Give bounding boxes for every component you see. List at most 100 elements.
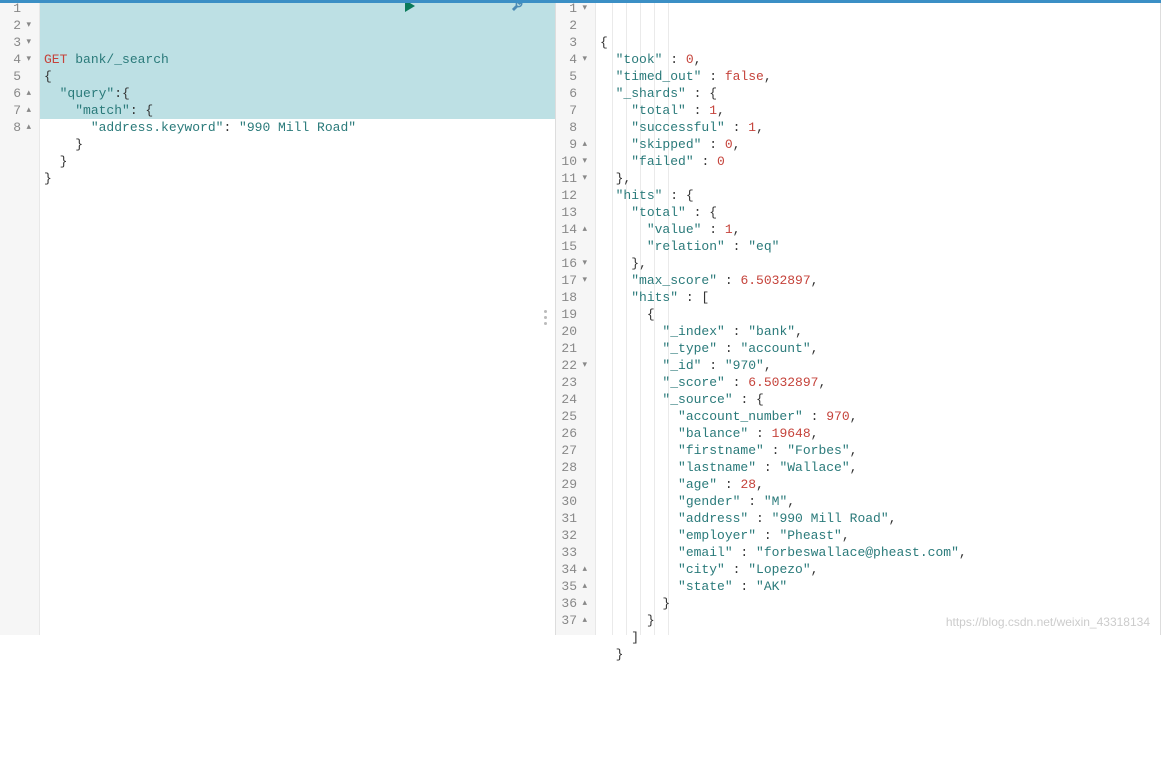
code-line[interactable]: "total" : { [600, 204, 1160, 221]
watermark-text: https://blog.csdn.net/weixin_43318134 [946, 615, 1150, 629]
fold-toggle-icon[interactable]: ▾ [23, 51, 31, 68]
code-line[interactable]: "hits" : { [600, 187, 1160, 204]
line-number: 6 [556, 85, 587, 102]
line-number: 35▴ [556, 578, 587, 595]
line-number: 23 [556, 374, 587, 391]
line-number: 30 [556, 493, 587, 510]
code-line[interactable]: "_shards" : { [600, 85, 1160, 102]
line-number: 2▾ [0, 17, 31, 34]
response-panel: 1▾234▾56789▴10▾11▾121314▴1516▾17▾1819202… [556, 0, 1161, 635]
code-line[interactable]: } [44, 153, 555, 170]
code-line[interactable]: { [600, 34, 1160, 51]
fold-toggle-icon[interactable]: ▴ [23, 102, 31, 119]
code-line[interactable]: "successful" : 1, [600, 119, 1160, 136]
request-gutter: 12▾3▾4▾56▴7▴8▴ [0, 0, 40, 635]
fold-toggle-icon[interactable]: ▴ [579, 578, 587, 595]
code-line[interactable]: "employer" : "Pheast", [600, 527, 1160, 544]
wrench-icon[interactable] [427, 0, 525, 36]
line-number: 7▴ [0, 102, 31, 119]
fold-toggle-icon[interactable]: ▾ [579, 51, 587, 68]
line-number: 37▴ [556, 612, 587, 629]
code-line[interactable]: "took" : 0, [600, 51, 1160, 68]
code-line[interactable]: "firstname" : "Forbes", [600, 442, 1160, 459]
response-code[interactable]: { "took" : 0, "timed_out" : false, "_sha… [596, 0, 1160, 635]
fold-toggle-icon[interactable]: ▴ [579, 595, 587, 612]
top-accent-bar [0, 0, 1161, 3]
code-line[interactable]: } [44, 170, 555, 187]
fold-toggle-icon[interactable]: ▾ [23, 34, 31, 51]
code-line[interactable]: "skipped" : 0, [600, 136, 1160, 153]
code-line[interactable]: }, [600, 170, 1160, 187]
code-line[interactable]: "query":{ [44, 85, 555, 102]
code-line[interactable]: "failed" : 0 [600, 153, 1160, 170]
line-number: 36▴ [556, 595, 587, 612]
line-number: 8▴ [0, 119, 31, 136]
code-line[interactable]: } [600, 646, 1160, 663]
fold-toggle-icon[interactable]: ▾ [579, 153, 587, 170]
line-number: 29 [556, 476, 587, 493]
fold-toggle-icon[interactable]: ▾ [579, 170, 587, 187]
line-number: 21 [556, 340, 587, 357]
code-line[interactable]: "email" : "forbeswallace@pheast.com", [600, 544, 1160, 561]
request-editor[interactable]: 12▾3▾4▾56▴7▴8▴ GET bank/_search{ "query"… [0, 0, 555, 635]
fold-toggle-icon[interactable]: ▴ [579, 221, 587, 238]
line-number: 25 [556, 408, 587, 425]
fold-toggle-icon[interactable]: ▴ [579, 612, 587, 629]
line-number: 5 [0, 68, 31, 85]
response-gutter: 1▾234▾56789▴10▾11▾121314▴1516▾17▾1819202… [556, 0, 596, 635]
line-number: 7 [556, 102, 587, 119]
code-line[interactable]: "state" : "AK" [600, 578, 1160, 595]
code-line[interactable]: } [600, 595, 1160, 612]
code-line[interactable]: "_index" : "bank", [600, 323, 1160, 340]
line-number: 8 [556, 119, 587, 136]
code-line[interactable]: "relation" : "eq" [600, 238, 1160, 255]
code-line[interactable]: "lastname" : "Wallace", [600, 459, 1160, 476]
fold-toggle-icon[interactable]: ▴ [579, 136, 587, 153]
code-line[interactable]: "account_number" : 970, [600, 408, 1160, 425]
fold-toggle-icon[interactable]: ▴ [23, 85, 31, 102]
code-line[interactable]: "max_score" : 6.5032897, [600, 272, 1160, 289]
fold-toggle-icon[interactable]: ▴ [23, 119, 31, 136]
line-number: 22▾ [556, 357, 587, 374]
code-line[interactable]: "_type" : "account", [600, 340, 1160, 357]
code-line[interactable]: "hits" : [ [600, 289, 1160, 306]
code-line[interactable]: } [44, 136, 555, 153]
line-number: 20 [556, 323, 587, 340]
line-number: 10▾ [556, 153, 587, 170]
request-code[interactable]: GET bank/_search{ "query":{ "match": { "… [40, 0, 555, 635]
line-number: 3▾ [0, 34, 31, 51]
code-line[interactable]: GET bank/_search [44, 51, 555, 68]
fold-toggle-icon[interactable]: ▾ [579, 357, 587, 374]
line-number: 4▾ [0, 51, 31, 68]
line-number: 3 [556, 34, 587, 51]
run-icon[interactable] [319, 0, 417, 36]
code-line[interactable]: "_source" : { [600, 391, 1160, 408]
code-line[interactable]: "_score" : 6.5032897, [600, 374, 1160, 391]
code-line[interactable]: ] [600, 629, 1160, 646]
code-line[interactable]: { [600, 306, 1160, 323]
line-number: 6▴ [0, 85, 31, 102]
code-line[interactable]: "gender" : "M", [600, 493, 1160, 510]
code-line[interactable]: "match": { [44, 102, 555, 119]
code-line[interactable]: "timed_out" : false, [600, 68, 1160, 85]
line-number: 4▾ [556, 51, 587, 68]
code-line[interactable]: { [44, 68, 555, 85]
response-editor[interactable]: 1▾234▾56789▴10▾11▾121314▴1516▾17▾1819202… [556, 0, 1160, 635]
fold-toggle-icon[interactable]: ▾ [579, 272, 587, 289]
line-number: 32 [556, 527, 587, 544]
fold-toggle-icon[interactable]: ▾ [579, 255, 587, 272]
line-number: 27 [556, 442, 587, 459]
code-line[interactable]: "address.keyword": "990 Mill Road" [44, 119, 555, 136]
code-line[interactable]: "city" : "Lopezo", [600, 561, 1160, 578]
fold-toggle-icon[interactable]: ▾ [23, 17, 31, 34]
code-line[interactable]: "total" : 1, [600, 102, 1160, 119]
code-line[interactable]: }, [600, 255, 1160, 272]
line-number: 33 [556, 544, 587, 561]
code-line[interactable]: "age" : 28, [600, 476, 1160, 493]
line-number: 11▾ [556, 170, 587, 187]
code-line[interactable]: "value" : 1, [600, 221, 1160, 238]
code-line[interactable]: "_id" : "970", [600, 357, 1160, 374]
fold-toggle-icon[interactable]: ▴ [579, 561, 587, 578]
code-line[interactable]: "address" : "990 Mill Road", [600, 510, 1160, 527]
code-line[interactable]: "balance" : 19648, [600, 425, 1160, 442]
